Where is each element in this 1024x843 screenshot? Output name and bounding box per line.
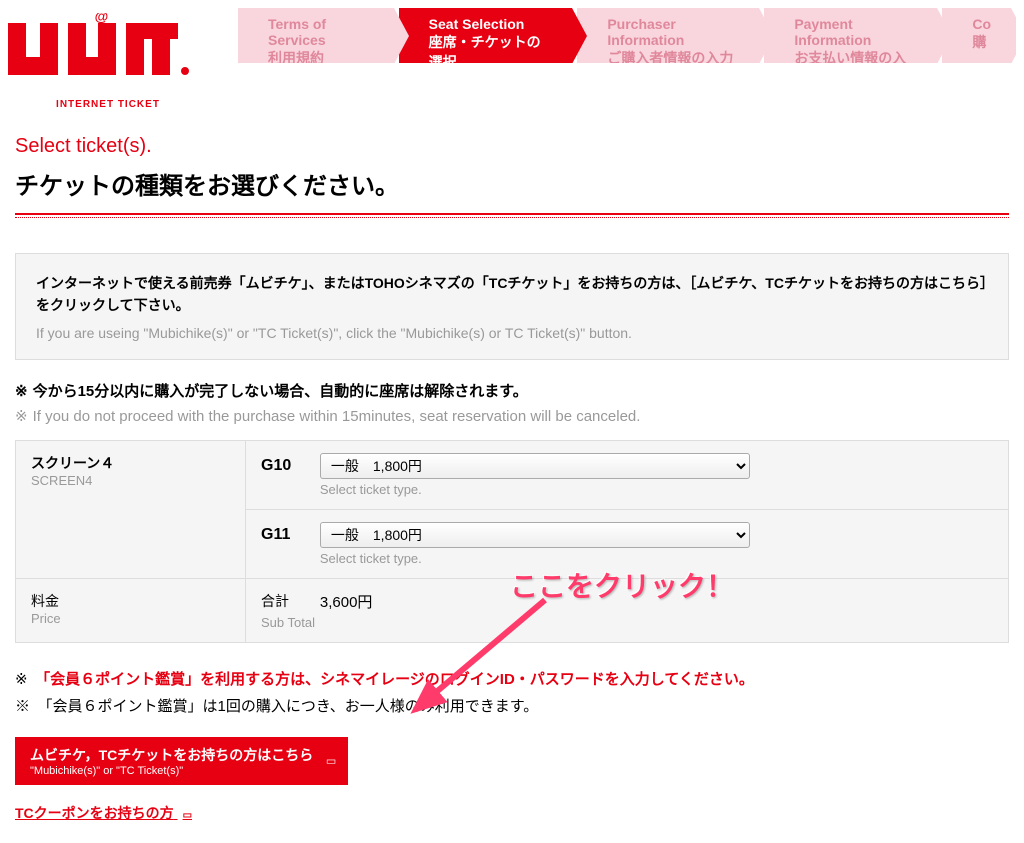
logo-main: @: [8, 13, 208, 94]
notice-en: ※ If you do not proceed with the purchase…: [15, 407, 1009, 425]
link-text: TCクーポンをお持ちの方: [15, 805, 174, 821]
asterisk-icon: ※: [15, 408, 28, 425]
subtotal-label-en: Sub Total: [261, 615, 993, 630]
notice-text: 今から15分以内に購入が完了しない場合、自動的に座席は解除されます。: [33, 383, 528, 400]
step-payment: Payment Information お支払い情報の入力: [764, 8, 937, 63]
page-title-jp: チケットの種類をお選びください。: [15, 166, 1009, 215]
info-text-en: If you are useing "Mubichike(s)" or "TC …: [36, 325, 988, 341]
progress-steps: Terms of Services 利用規約 Seat Selection 座席…: [238, 8, 1016, 63]
step-terms: Terms of Services 利用規約: [238, 8, 394, 63]
divider: [15, 217, 1009, 218]
ticket-icon: ▭: [183, 810, 192, 821]
screen-cell: スクリーン４ SCREEN4: [16, 440, 246, 578]
button-label-jp: ムビチケ，TCチケットをお持ちの方はこちら: [30, 745, 313, 765]
svg-text:@: @: [95, 13, 108, 24]
step-label-jp: お支払い情報の入力: [794, 48, 917, 63]
ticket-icon: ▭: [326, 754, 336, 767]
step-purchaser: Purchaser Information ご購入者情報の入力: [577, 8, 759, 63]
step-seat-selection: Seat Selection 座席・チケットの選択: [399, 8, 573, 63]
notice-jp: ※ 今から15分以内に購入が完了しない場合、自動的に座席は解除されます。: [15, 380, 1009, 401]
asterisk-icon: ※: [15, 383, 28, 400]
select-hint: Select ticket type.: [320, 551, 750, 566]
price-label-en: Price: [31, 611, 230, 626]
step-label-en: Seat Selection: [429, 16, 553, 32]
select-hint: Select ticket type.: [320, 482, 750, 497]
info-box: インターネットで使える前売券「ムビチケ」、またはTOHOシネマズの「TCチケット…: [15, 253, 1009, 360]
button-label-en: "Mubichike(s)" or "TC Ticket(s)": [30, 765, 313, 777]
ticket-type-select[interactable]: 一般 1,800円: [320, 522, 750, 548]
seat-code: G10: [261, 453, 316, 475]
logo-subtitle: INTERNET TICKET: [8, 99, 208, 110]
logo: @ INTERNET TICKET: [8, 8, 208, 115]
seat-cell: G10 一般 1,800円 Select ticket type.: [246, 440, 1009, 509]
step-label-jp: 座席・チケットの選択: [429, 32, 553, 63]
step-label-en: Co: [972, 16, 991, 32]
mubichike-button[interactable]: ムビチケ，TCチケットをお持ちの方はこちら "Mubichike(s)" or …: [15, 737, 348, 785]
seat-code: G11: [261, 522, 316, 544]
member-notice-red: 「会員６ポイント鑑賞」を利用する方は、シネマイレージのログインID・パスワードを…: [43, 671, 754, 688]
info-text-jp: インターネットで使える前売券「ムビチケ」、またはTOHOシネマズの「TCチケット…: [36, 272, 988, 317]
step-label-jp: ご購入者情報の入力: [607, 48, 739, 63]
screen-name-en: SCREEN4: [31, 473, 230, 488]
step-label-en: Terms of Services: [268, 16, 374, 48]
step-label-jp: 購: [972, 32, 991, 52]
price-label-cell: 料金 Price: [16, 578, 246, 642]
price-value: 3,600円: [320, 594, 373, 611]
header: @ INTERNET TICKET Terms of Services 利用規約…: [0, 0, 1024, 115]
price-label-jp: 料金: [31, 591, 230, 611]
screen-name-jp: スクリーン４: [31, 453, 230, 473]
annotation-arrow-icon: [400, 585, 580, 725]
step-label-en: Purchaser Information: [607, 16, 739, 48]
table-row: スクリーン４ SCREEN4 G10 一般 1,800円 Select tick…: [16, 440, 1009, 509]
notice-text: If you do not proceed with the purchase …: [33, 408, 641, 425]
asterisk-icon: ※: [15, 671, 28, 688]
coupon-link[interactable]: TCクーポンをお持ちの方 ▭: [15, 803, 192, 823]
step-label-jp: 利用規約: [268, 48, 374, 63]
subtotal-label-jp: 合計: [261, 593, 289, 609]
step-confirm: Co 購: [942, 8, 1011, 63]
notice-timeout: ※ 今から15分以内に購入が完了しない場合、自動的に座席は解除されます。 ※ If …: [15, 380, 1009, 425]
step-label-en: Payment Information: [794, 16, 917, 48]
page-title-en: Select ticket(s).: [15, 135, 1009, 158]
ticket-type-select[interactable]: 一般 1,800円: [320, 453, 750, 479]
content: Select ticket(s). チケットの種類をお選びください。 インターネ…: [0, 115, 1024, 843]
